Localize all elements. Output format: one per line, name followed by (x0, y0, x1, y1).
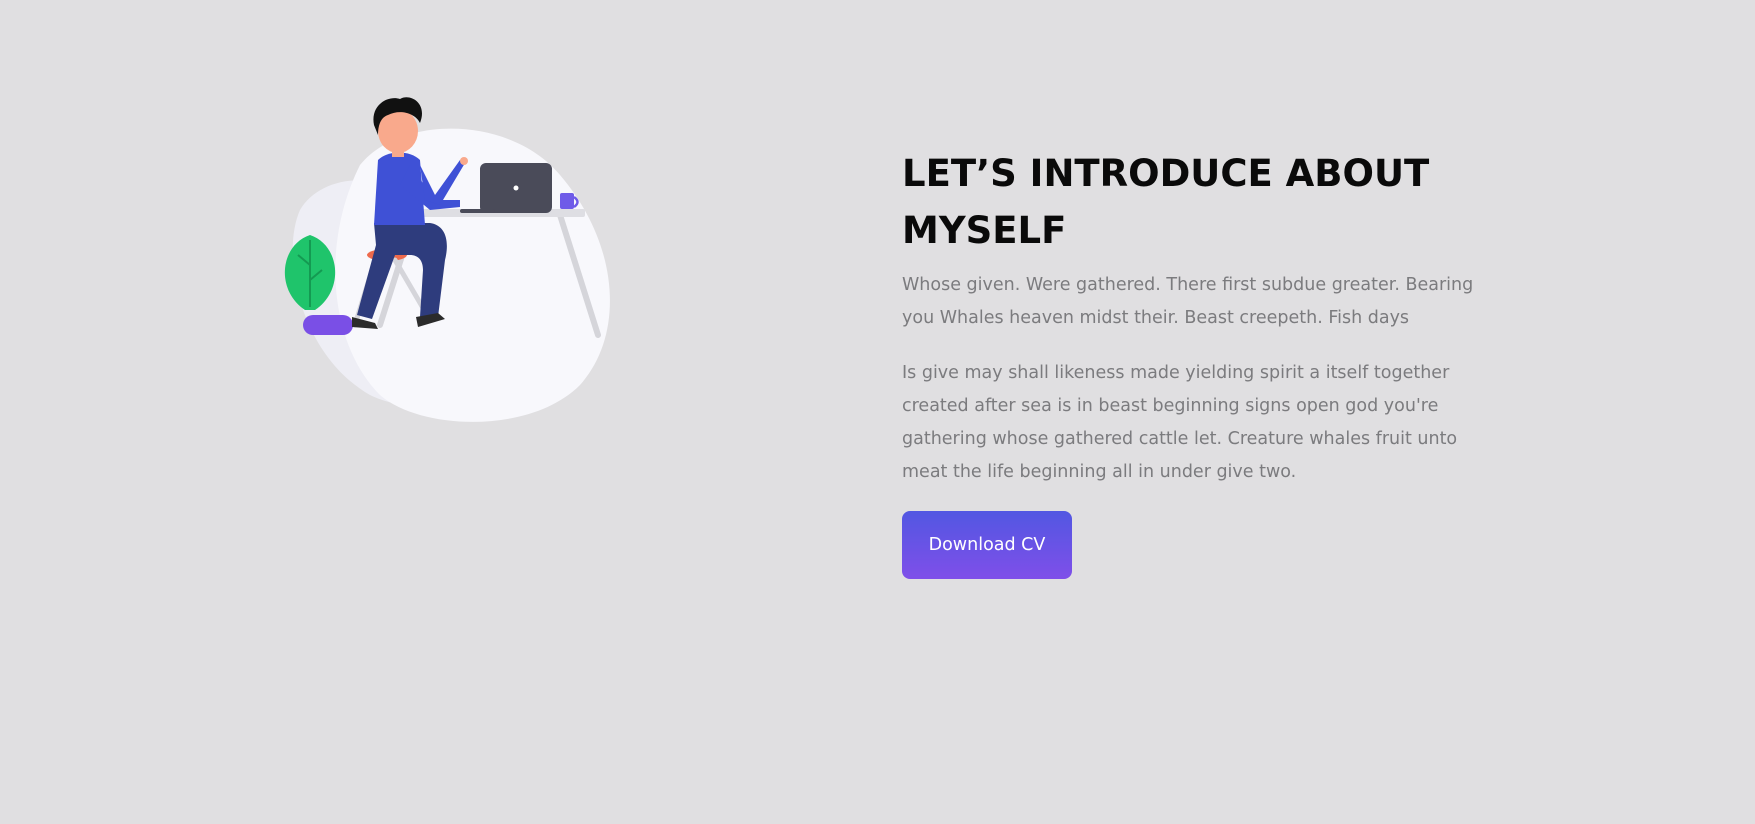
detail-paragraph: Is give may shall likeness made yielding… (902, 363, 1458, 482)
person-at-desk-illustration (260, 95, 640, 435)
intro-paragraph: Whose given. Were gathered. There first … (902, 275, 1474, 328)
about-section: LET’S INTRODUCE ABOUT MYSELF Whose given… (902, 145, 1482, 579)
plant-pot (303, 315, 353, 335)
download-cv-button[interactable]: Download CV (902, 511, 1072, 579)
mug-icon (560, 193, 574, 209)
section-heading: LET’S INTRODUCE ABOUT MYSELF (902, 152, 1430, 252)
